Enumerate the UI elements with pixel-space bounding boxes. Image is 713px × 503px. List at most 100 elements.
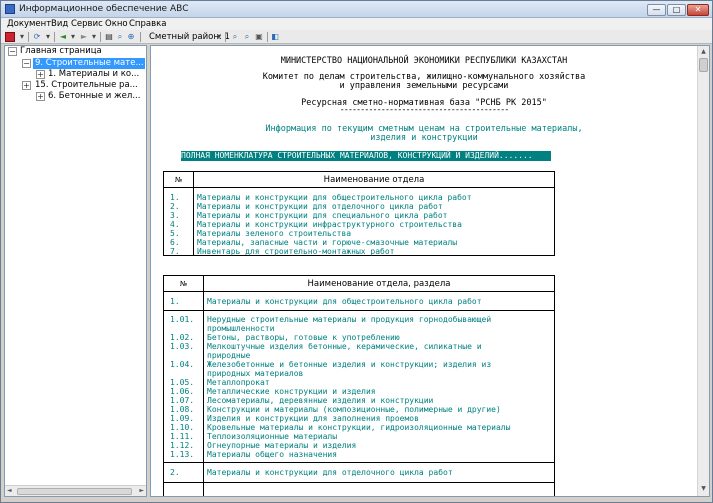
full-nomenclature-link[interactable]: ПОЛНАЯ НОМЕНКЛАТУРА СТРОИТЕЛЬНЫХ МАТЕРИА…	[181, 151, 551, 161]
dropdown-arrow-icon[interactable]: ▾	[43, 32, 53, 42]
toolbar-separator	[225, 32, 226, 42]
horizontal-scrollbar[interactable]: ◄ ►	[5, 485, 146, 496]
vertical-scrollbar[interactable]: ▲ ▼	[697, 46, 709, 496]
close-button[interactable]: ✕	[687, 4, 709, 16]
table-row-number: 1.03.	[170, 342, 195, 351]
table-row-link[interactable]: Огнеупорные материалы и изделия	[207, 441, 547, 450]
table-row-link[interactable]: Инвентарь для строительно-монтажных рабо…	[197, 247, 552, 256]
collapse-icon[interactable]: −	[8, 47, 17, 56]
scroll-right-icon[interactable]: ►	[139, 487, 144, 494]
region-dropdown-icon[interactable]: ▾	[214, 32, 224, 42]
table-row-link[interactable]: Нерудные строительные материалы и продук…	[207, 315, 507, 333]
section-name-header: Наименование отдела	[323, 175, 425, 185]
table-row-link[interactable]: Металлопрокат	[207, 378, 547, 387]
table-row-number: 1.07.	[170, 396, 195, 405]
menu-document[interactable]: Документ	[7, 18, 51, 30]
scroll-left-icon[interactable]: ◄	[7, 487, 12, 494]
table-row-link[interactable]: Конструкции и материалы (композиционные,…	[207, 405, 547, 414]
navigation-tree: − Главная страница − 9. Строительные мат…	[4, 45, 147, 497]
table-row-link[interactable]: Материалы и конструкции для специального…	[197, 211, 552, 220]
table-header: № Наименование отдела	[164, 172, 554, 188]
table-row-link[interactable]: Материалы общего назначения	[207, 450, 547, 459]
table-row-link[interactable]: Материалы и конструкции для отделочного …	[197, 202, 552, 211]
print-icon[interactable]: ▤	[104, 32, 114, 42]
table-row-link[interactable]: Лесоматериалы, деревянные изделия и конс…	[207, 396, 547, 405]
table-row-number: 1.12.	[170, 441, 195, 450]
ministry-heading: МИНИСТЕРСТВО НАЦИОНАЛЬНОЙ ЭКОНОМИКИ РЕСП…	[280, 56, 568, 66]
app-window: Информационное обеспечение АВС — □ ✕ Док…	[0, 0, 713, 503]
search-icon[interactable]: ⌕	[115, 32, 125, 42]
table-row-link[interactable]: Бетоны, растворы, готовые к употреблению	[207, 333, 547, 342]
table-row-link[interactable]: Материалы зеленого строительства	[197, 229, 552, 238]
subsections-table: № Наименование отдела, раздела 1. Матери…	[163, 275, 555, 496]
dropdown-arrow-icon[interactable]: ▾	[17, 32, 27, 42]
section-link[interactable]: Материалы и конструкции для отделочного …	[207, 468, 547, 477]
section-divider	[164, 310, 554, 311]
scroll-thumb[interactable]	[17, 488, 132, 495]
table-row-link[interactable]: Железобетонные и бетонные изделия и конс…	[207, 360, 527, 378]
table-row-link[interactable]: Материалы, запасные части и горюче-смазо…	[197, 238, 552, 247]
tree-item-home[interactable]: Главная страница	[20, 46, 102, 57]
table-row-number: 6.	[170, 238, 180, 247]
forward-icon[interactable]: ►	[79, 32, 89, 42]
table-row-link[interactable]: Изделия и конструкции для заполнения про…	[207, 414, 547, 423]
tree-item-materials[interactable]: 1. Материалы и ко...	[48, 69, 145, 80]
document-icon[interactable]	[5, 32, 15, 42]
section-number: 1.	[170, 297, 180, 306]
zoom-icon[interactable]: ⊕	[126, 32, 136, 42]
num-header: №	[164, 276, 204, 292]
section-name-header: Наименование отдела, раздела	[307, 279, 451, 289]
toolbar-separator	[28, 32, 29, 42]
find-icon[interactable]: ⌕	[230, 32, 240, 42]
scroll-down-icon[interactable]: ▼	[699, 484, 708, 493]
menu-view[interactable]: Вид	[51, 18, 68, 30]
table-row-number: 1.10.	[170, 423, 195, 432]
scroll-up-icon[interactable]: ▲	[699, 47, 708, 56]
table-row-link[interactable]: Теплоизоляционные материалы	[207, 432, 547, 441]
table-row-link[interactable]: Материалы и конструкции инфраструктурног…	[197, 220, 552, 229]
menu-service[interactable]: Сервис	[71, 18, 103, 30]
table-row-number: 1.11.	[170, 432, 195, 441]
find-next-icon[interactable]: ⌕	[242, 32, 252, 42]
maximize-button[interactable]: □	[667, 4, 686, 16]
section-divider	[164, 462, 554, 463]
table-header: № Наименование отдела, раздела	[164, 276, 554, 292]
section-link[interactable]: Материалы и конструкции для общестроител…	[207, 297, 547, 306]
tree-item-construction-works[interactable]: 15. Строительные ра...	[35, 80, 145, 91]
help-icon[interactable]: ◧	[270, 32, 280, 42]
table-row-link[interactable]: Мелкоштучные изделия бетонные, керамичес…	[207, 342, 522, 360]
back-icon[interactable]: ◄	[58, 32, 68, 42]
refresh-icon[interactable]: ⟳	[32, 32, 42, 42]
column-divider	[203, 292, 204, 496]
table-row-number: 1.06.	[170, 387, 195, 396]
table-row-number: 1.01.	[170, 315, 195, 324]
tree-item-building-materials[interactable]: 9. Строительные мате...	[35, 58, 145, 69]
expand-icon[interactable]: +	[22, 81, 31, 90]
title-bar[interactable]: Информационное обеспечение АВС — □ ✕	[1, 1, 712, 18]
table-row-number: 4.	[170, 220, 180, 229]
table-row-number: 1.05.	[170, 378, 195, 387]
table-row-link[interactable]: Материалы и конструкции для общестроител…	[197, 193, 552, 202]
section-divider	[164, 482, 554, 483]
table-row-link[interactable]: Металлические конструкции и изделия	[207, 387, 547, 396]
collapse-icon[interactable]: −	[22, 59, 31, 68]
table-row-number: 1.	[170, 193, 180, 202]
expand-icon[interactable]: +	[36, 70, 45, 79]
title-underline: ----------------------------------------…	[339, 105, 510, 115]
window-title: Информационное обеспечение АВС	[19, 4, 189, 14]
minimize-button[interactable]: —	[647, 4, 666, 16]
committee-line-2: и управления земельными ресурсами	[339, 81, 509, 91]
expand-icon[interactable]: +	[36, 92, 45, 101]
dropdown-arrow-icon[interactable]: ▾	[89, 32, 99, 42]
export-icon[interactable]: ▣	[254, 32, 264, 42]
menu-help[interactable]: Справка	[129, 18, 166, 30]
tree-item-concrete[interactable]: 6. Бетонные и жел...	[48, 91, 145, 102]
document-view: МИНИСТЕРСТВО НАЦИОНАЛЬНОЙ ЭКОНОМИКИ РЕСП…	[150, 45, 710, 497]
menu-window[interactable]: Окно	[105, 18, 128, 30]
table-row-number: 1.13.	[170, 450, 195, 459]
table-row-number: 2.	[170, 202, 180, 211]
scroll-thumb[interactable]	[699, 58, 708, 72]
table-row-link[interactable]: Кровельные материалы и конструкции, гидр…	[207, 423, 552, 432]
table-row-number: 1.04.	[170, 360, 195, 369]
dropdown-arrow-icon[interactable]: ▾	[68, 32, 78, 42]
